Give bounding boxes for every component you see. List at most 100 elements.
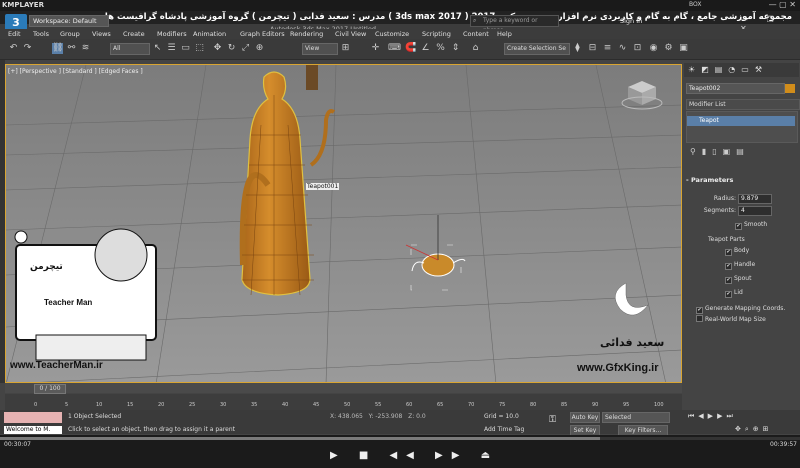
timeline-tick: 80 [530,402,537,408]
timeline-tick: 15 [127,402,134,408]
player-window-controls[interactable]: — ▢ ✕ [769,0,796,9]
object-color-swatch[interactable] [785,84,795,93]
select-by-name-icon[interactable]: ☰ [166,43,177,54]
command-panel-tabs[interactable]: ☀◩▤◔▭⚒ [684,63,799,77]
select-scale-icon[interactable]: ⤢ [240,43,251,54]
bind-space-warp-icon[interactable]: ≋ [80,43,91,54]
align-icon[interactable]: ⊟ [587,43,598,54]
segments-input[interactable]: 4 [738,206,772,216]
menu-graph-editors[interactable]: Graph Editors [240,30,285,38]
parameters-rollout-title[interactable]: - Parameters [686,176,798,186]
select-object-icon[interactable]: ↖ [152,43,163,54]
timeline-tick: 5 [65,402,69,408]
timeline-tick: 25 [189,402,196,408]
undo-icon[interactable]: ↶ [8,43,19,54]
menu-customize[interactable]: Customize [375,30,409,38]
schematic-view-icon[interactable]: ⊡ [632,43,643,54]
object-name-field[interactable]: Teapot002 [686,83,785,94]
time-slider-track[interactable] [5,383,682,393]
mirror-icon[interactable]: ⧫ [572,43,583,54]
coordinate-readout[interactable]: X: 438.065 Y: -253.908 Z: 0.0 [330,413,426,420]
material-editor-icon[interactable]: ◉ [648,43,659,54]
add-time-tag[interactable]: Add Time Tag [484,426,524,433]
segments-label: Segments: [703,207,736,214]
reference-coordinate-dropdown[interactable]: View [302,43,338,55]
stack-item-teapot[interactable]: Teapot [687,116,795,126]
keyboard-shortcut-override-icon[interactable]: ⌨ [388,43,401,54]
panel-tab-icons[interactable]: ☀◩▤◔▭⚒ [688,65,768,74]
maxscript-mini-listener[interactable]: Welcome to M. [4,426,62,434]
pivot-center-icon[interactable]: ⊞ [340,43,351,54]
render-frame-icon[interactable]: ▣ [678,43,689,54]
edit-named-selection-icon[interactable]: ⌂ [470,43,481,54]
workspace-dropdown[interactable]: Workspace: Default [29,15,109,27]
smooth-checkbox[interactable]: ✔ Smooth [735,221,767,230]
angle-snap-icon[interactable]: ∠ [420,43,431,54]
set-key-icon[interactable]: ⚿ [547,415,558,426]
menu-civil-view[interactable]: Civil View [335,30,366,38]
menu-group[interactable]: Group [60,30,80,38]
selection-filter-dropdown[interactable]: All [110,43,150,55]
menu-content[interactable]: Content [463,30,489,38]
menu-help[interactable]: Help [497,30,512,38]
lid-checkbox[interactable]: ✔ Lid [725,289,743,298]
selection-status: 1 Object Selected [68,413,122,420]
z-coord[interactable]: Z: 0.0 [408,413,426,420]
perspective-viewport[interactable] [5,64,682,383]
player-transport-controls[interactable]: ▶ ■ ◀◀ ▶▶ ⏏ [330,450,499,461]
curve-editor-icon[interactable]: ∿ [617,43,628,54]
select-rotate-icon[interactable]: ↻ [226,43,237,54]
select-move-icon[interactable]: ✥ [212,43,223,54]
named-selection-set-dropdown[interactable]: Create Selection Se [504,43,570,55]
timeline-tick: 35 [251,402,258,408]
redo-icon[interactable]: ↷ [22,43,33,54]
handle-checkbox[interactable]: ✔ Handle [725,261,755,270]
window-crossing-icon[interactable]: ⬚ [194,43,205,54]
render-setup-icon[interactable]: ⚙ [663,43,674,54]
rectangular-selection-icon[interactable]: ▭ [180,43,191,54]
spinner-snap-icon[interactable]: ⇕ [450,43,461,54]
player-progress[interactable] [0,437,800,440]
select-place-icon[interactable]: ⊕ [254,43,265,54]
viewport-label[interactable]: [+] [Perspective ] [Standard ] [Edged Fa… [8,68,143,75]
menu-edit[interactable]: Edit [8,30,21,38]
grid-readout: Grid = 10.0 [484,413,519,420]
course-header-text: مجموعه آموزشی جامع ، گام به گام و کاربرد… [104,12,792,22]
select-manipulate-icon[interactable]: ✛ [370,43,381,54]
timeline-tick: 85 [561,402,568,408]
navigation-icons[interactable]: ✥⌕⊕⊞ [735,425,773,434]
menu-tools[interactable]: Tools [33,30,49,38]
search-input[interactable]: ⌕Type a keyword or phrase [470,15,559,34]
radius-input[interactable]: 9.879 [738,194,772,204]
menu-views[interactable]: Views [92,30,111,38]
y-coord[interactable]: Y: -253.908 [369,413,403,420]
timeline-tick: 10 [96,402,103,408]
player-box-label: BOX [689,1,702,8]
playback-controls[interactable]: ⏮◀▶▶⏭ [688,412,737,421]
selected-dropdown[interactable]: Selected [602,412,670,423]
real-world-map-checkbox[interactable]: Real-World Map Size [696,315,766,323]
generate-mapping-checkbox[interactable]: ✔ Generate Mapping Coords. [696,305,785,314]
layer-explorer-icon[interactable]: ≡ [602,43,613,54]
link-icon[interactable]: ⛓ [52,43,63,54]
teapot-parts-title: Teapot Parts [708,236,745,243]
x-coord[interactable]: X: 438.065 [330,413,363,420]
unlink-icon[interactable]: ⚯ [66,43,77,54]
sign-in-link[interactable]: Sign In [620,17,642,25]
menu-create[interactable]: Create [123,30,145,38]
stack-tool-icons[interactable]: ⚲▮▯▣▤ [690,147,750,156]
menu-rendering[interactable]: Rendering [290,30,323,38]
menu-scripting[interactable]: Scripting [422,30,451,38]
auto-key-button[interactable]: Auto Key [570,412,600,423]
teacher-brand: تیچرمن [30,262,63,272]
maxscript-listener[interactable] [4,412,62,423]
menu-modifiers[interactable]: Modifiers [157,30,187,38]
snaps-toggle-icon[interactable]: 🧲 [405,43,416,54]
spout-checkbox[interactable]: ✔ Spout [725,275,751,284]
time-slider[interactable]: 0 / 100 [34,384,66,394]
percent-snap-icon[interactable]: % [435,43,446,54]
body-checkbox[interactable]: ✔ Body [725,247,749,256]
player-time-elapsed: 00:30:07 [4,441,31,448]
modifier-list-dropdown[interactable]: Modifier List [686,99,800,110]
menu-animation[interactable]: Animation [193,30,226,38]
